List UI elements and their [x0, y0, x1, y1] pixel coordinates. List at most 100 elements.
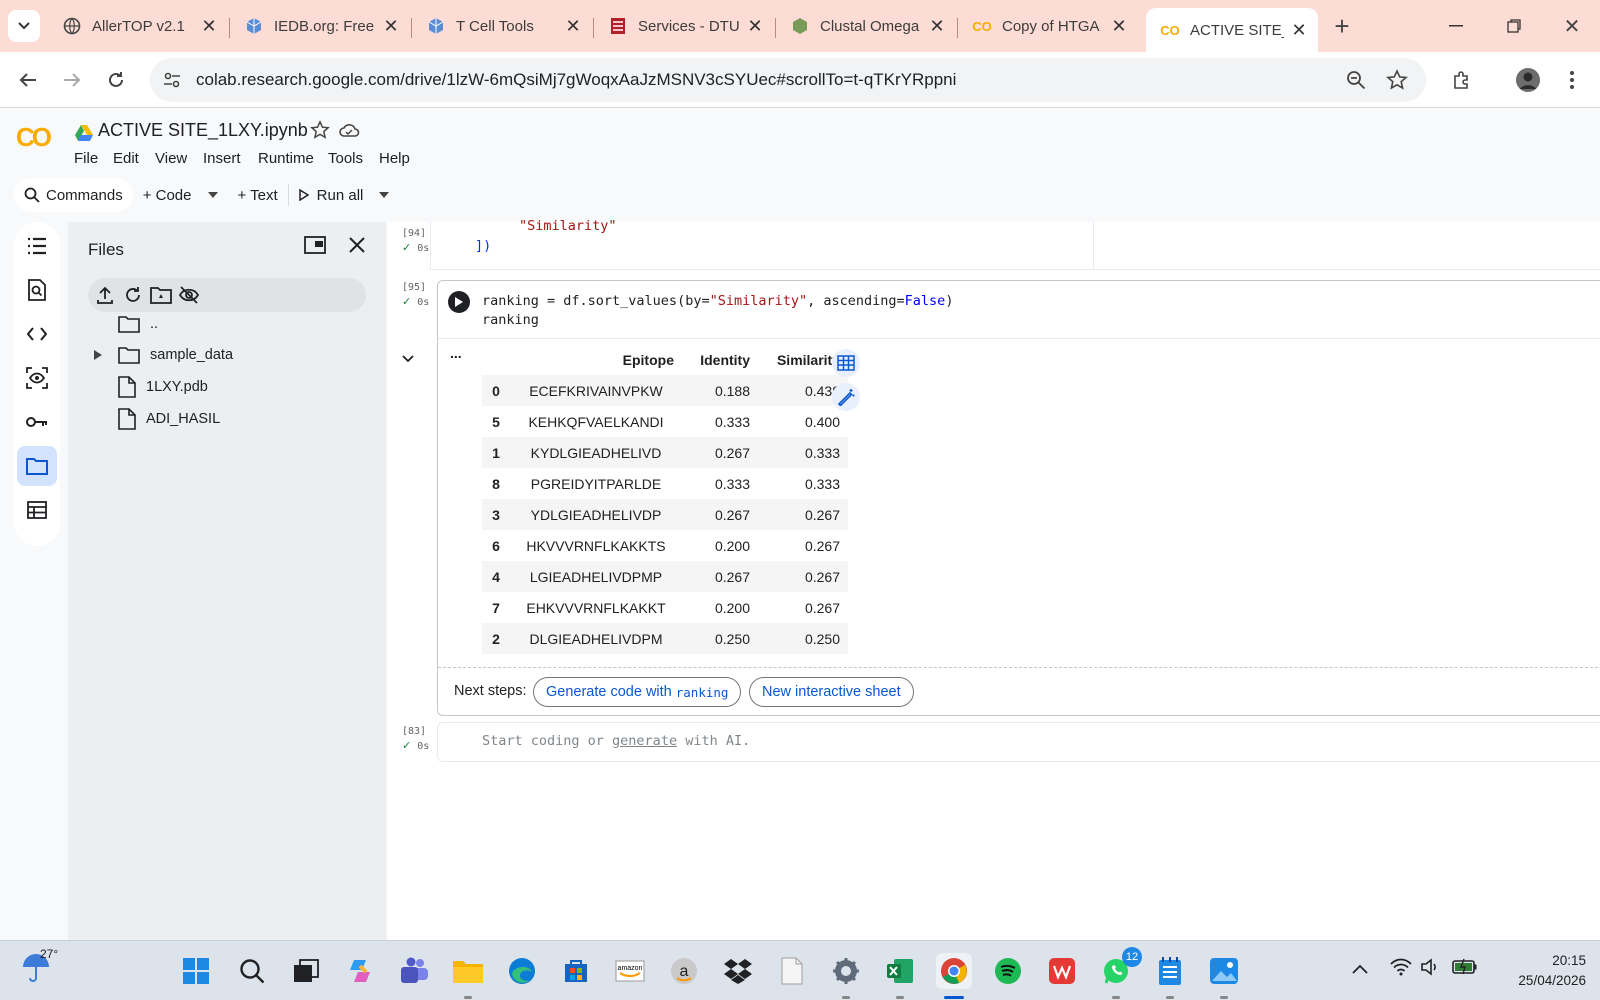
photos-button[interactable]: [1206, 953, 1242, 999]
files-button[interactable]: [17, 446, 57, 486]
browser-tab-allertop[interactable]: AllerTOP v2.1 ✕: [48, 8, 228, 44]
browser-menu-button[interactable]: [1556, 64, 1588, 96]
dropbox-button[interactable]: [720, 953, 756, 989]
volume-icon[interactable]: [1420, 957, 1440, 982]
cell-94[interactable]: "Similarity" ]): [430, 218, 1600, 270]
star-icon[interactable]: [310, 120, 330, 145]
find-replace-button[interactable]: [17, 270, 57, 310]
copilot-button[interactable]: [342, 953, 378, 989]
cell-95[interactable]: ranking = df.sort_values(by="Similarity"…: [437, 280, 1600, 716]
menu-file[interactable]: File: [74, 150, 98, 167]
back-button[interactable]: [12, 64, 44, 96]
task-view-button[interactable]: [288, 953, 324, 989]
spotify-button[interactable]: [990, 953, 1026, 989]
run-cell-button[interactable]: [448, 291, 470, 313]
empty-cell-placeholder[interactable]: Start coding or generate with AI.: [482, 733, 750, 749]
clock[interactable]: 20:15 25/04/2026: [1486, 951, 1586, 991]
new-interactive-sheet-chip[interactable]: New interactive sheet: [749, 677, 914, 707]
close-icon[interactable]: ✕: [200, 16, 218, 37]
upload-icon[interactable]: [96, 286, 114, 309]
weather-widget[interactable]: 27°: [20, 947, 58, 988]
cell-83[interactable]: Start coding or generate with AI.: [437, 722, 1600, 762]
browser-tab-iedb[interactable]: IEDB.org: Free ✕: [230, 8, 410, 44]
browser-tab-active-site[interactable]: CO ACTIVE SITE_1 ✕: [1146, 8, 1318, 52]
caret-down-icon[interactable]: [207, 192, 218, 198]
menu-tools[interactable]: Tools: [328, 150, 363, 167]
open-in-tab-icon[interactable]: [304, 236, 326, 259]
store-button[interactable]: [558, 953, 594, 989]
zoom-icon[interactable]: [1346, 70, 1366, 95]
address-bar[interactable]: colab.research.google.com/drive/1lzW-6mQ…: [150, 58, 1426, 102]
suggest-chart-button[interactable]: [832, 383, 860, 411]
notepad-app-button[interactable]: [1152, 953, 1188, 999]
caret-down-icon[interactable]: [379, 192, 390, 198]
extensions-button[interactable]: [1446, 64, 1478, 96]
close-icon[interactable]: ✕: [564, 16, 582, 37]
wps-office-button[interactable]: [1044, 953, 1080, 989]
output-menu-button[interactable]: ...: [450, 345, 462, 361]
star-icon[interactable]: [1386, 69, 1408, 96]
teams-button[interactable]: [396, 953, 432, 989]
close-icon[interactable]: [348, 236, 366, 259]
notepad-button[interactable]: [774, 953, 810, 989]
minimize-button[interactable]: [1440, 10, 1472, 42]
battery-icon[interactable]: [1452, 958, 1478, 979]
forward-button[interactable]: [56, 64, 88, 96]
menu-help[interactable]: Help: [379, 150, 410, 167]
site-settings-icon[interactable]: [162, 70, 182, 95]
file-item-sample-data[interactable]: sample_data: [94, 343, 233, 367]
settings-button[interactable]: [828, 953, 864, 999]
close-icon[interactable]: ✕: [746, 16, 764, 37]
close-window-button[interactable]: ✕: [1556, 10, 1588, 42]
generate-code-chip[interactable]: Generate code with ranking: [533, 677, 742, 707]
hide-files-icon[interactable]: [178, 285, 200, 310]
close-icon[interactable]: ✕: [382, 16, 400, 37]
variables-inspector-button[interactable]: [17, 358, 57, 398]
mount-drive-icon[interactable]: [150, 286, 172, 309]
add-code-button[interactable]: + Code: [133, 178, 228, 212]
browser-tab-clustal[interactable]: Clustal Omega ✕: [776, 8, 956, 44]
amazon-shopping-button[interactable]: amazon: [612, 953, 648, 989]
menu-insert[interactable]: Insert: [203, 150, 241, 167]
file-item-parent[interactable]: ..: [118, 312, 158, 336]
start-button[interactable]: [178, 953, 214, 989]
reload-button[interactable]: [100, 64, 132, 96]
close-icon[interactable]: ✕: [1290, 20, 1308, 41]
run-all-button[interactable]: Run all: [289, 178, 400, 212]
edge-button[interactable]: [504, 953, 540, 989]
notebook-title[interactable]: ACTIVE SITE_1LXY.ipynb: [98, 120, 308, 141]
profile-avatar[interactable]: [1512, 64, 1544, 96]
new-tab-button[interactable]: +: [1326, 10, 1358, 42]
menu-edit[interactable]: Edit: [113, 150, 139, 167]
menu-runtime[interactable]: Runtime: [258, 150, 314, 167]
caret-right-icon[interactable]: [94, 350, 102, 360]
data-tables-button[interactable]: [17, 490, 57, 530]
generate-link[interactable]: generate: [612, 733, 677, 749]
refresh-icon[interactable]: [124, 286, 142, 309]
convert-to-table-button[interactable]: [832, 349, 860, 377]
cloud-saved-icon[interactable]: [338, 121, 360, 144]
collapse-output-button[interactable]: [402, 350, 414, 368]
tab-search-button[interactable]: [8, 10, 40, 42]
wifi-icon[interactable]: [1390, 958, 1412, 981]
browser-tab-tcell[interactable]: T Cell Tools ✕: [412, 8, 592, 44]
commands-button[interactable]: Commands: [14, 178, 133, 212]
secrets-button[interactable]: [17, 402, 57, 442]
close-icon[interactable]: ✕: [1110, 16, 1128, 37]
whatsapp-button[interactable]: 12: [1098, 947, 1142, 999]
excel-button[interactable]: [882, 953, 918, 999]
menu-view[interactable]: View: [155, 150, 187, 167]
browser-tab-dtu[interactable]: Services - DTU ✕: [594, 8, 774, 44]
browser-tab-htga[interactable]: CO Copy of HTGA ✕: [958, 8, 1138, 44]
search-taskbar-button[interactable]: [234, 953, 270, 989]
file-explorer-button[interactable]: [450, 953, 486, 999]
code-snippets-button[interactable]: [17, 314, 57, 354]
table-of-contents-button[interactable]: [17, 226, 57, 266]
chrome-button[interactable]: [936, 953, 972, 999]
close-icon[interactable]: ✕: [928, 16, 946, 37]
add-text-button[interactable]: + Text: [228, 178, 288, 212]
colab-logo[interactable]: CO: [16, 122, 52, 153]
file-item-1lxy-pdb[interactable]: 1LXY.pdb: [118, 375, 208, 399]
show-hidden-icons-button[interactable]: [1352, 961, 1368, 979]
amazon-app-button[interactable]: a: [666, 953, 702, 989]
